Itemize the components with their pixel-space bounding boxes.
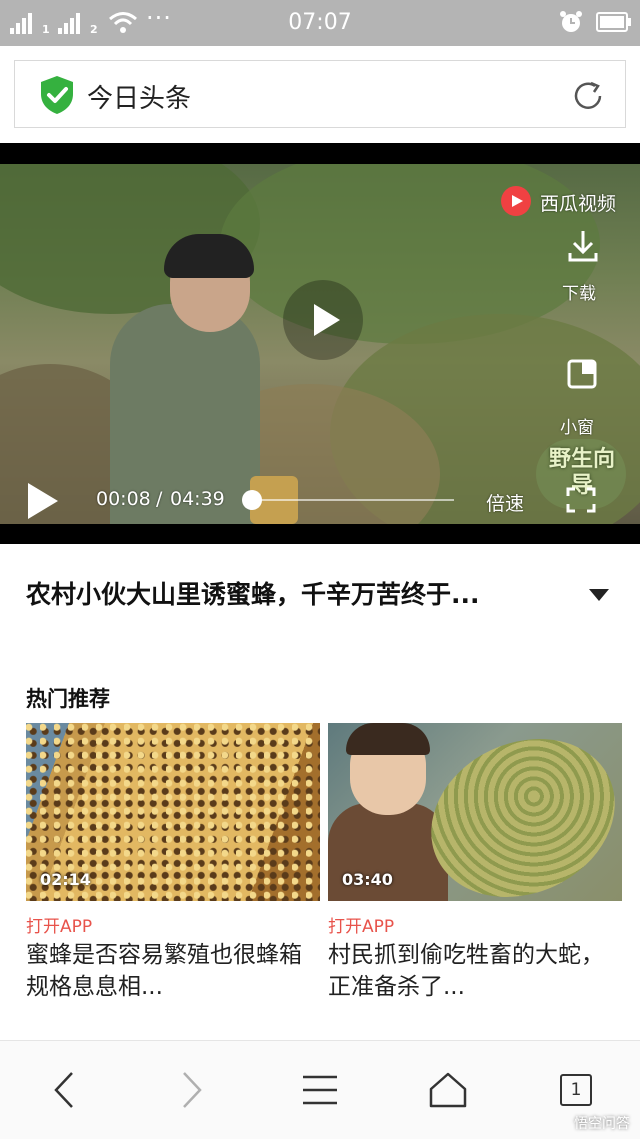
home-icon xyxy=(429,1072,467,1108)
back-icon xyxy=(54,1072,73,1108)
menu-button[interactable] xyxy=(256,1041,384,1139)
brand-label: 西瓜视频 xyxy=(540,193,617,215)
time-total: 04:39 xyxy=(170,488,225,510)
time-separator: / xyxy=(150,488,169,510)
home-button[interactable] xyxy=(384,1041,512,1139)
open-app-link[interactable]: 打开APP xyxy=(328,912,394,937)
battery-icon xyxy=(596,12,631,32)
card-duration: 02:14 xyxy=(40,870,91,889)
video-player[interactable]: 西瓜视频 下载 小窗 野生向导 00:08 / 04:39 倍速 xyxy=(0,143,640,544)
card-thumbnail[interactable]: 03:40 xyxy=(328,723,622,901)
refresh-icon[interactable] xyxy=(571,79,605,113)
shield-check-icon xyxy=(41,76,73,114)
progress-thumb[interactable] xyxy=(242,490,262,510)
chevron-down-icon[interactable] xyxy=(588,588,610,602)
forward-icon xyxy=(183,1072,202,1108)
xigua-logo-icon xyxy=(501,186,531,216)
card-thumbnail[interactable]: 02:14 xyxy=(26,723,320,901)
tabs-icon: 1 xyxy=(560,1074,592,1106)
mini-window-button[interactable]: 小窗 xyxy=(556,359,610,445)
card-duration: 03:40 xyxy=(342,870,393,889)
fullscreen-icon[interactable] xyxy=(566,487,596,513)
mini-window-icon xyxy=(567,359,597,389)
play-overlay-button[interactable] xyxy=(283,280,363,360)
progress-track[interactable] xyxy=(246,499,454,501)
card-title[interactable]: 村民抓到偷吃牲畜的大蛇，正准备杀了... xyxy=(328,939,622,1003)
play-button-icon[interactable] xyxy=(24,481,60,521)
tab-count: 1 xyxy=(570,1080,582,1100)
alarm-icon xyxy=(560,11,582,32)
speed-button[interactable]: 倍速 xyxy=(486,489,524,516)
card-title[interactable]: 蜜蜂是否容易繁殖也很蜂箱规格息息相... xyxy=(26,939,320,1003)
section-title: 热门推荐 xyxy=(26,687,110,711)
bottom-nav: 1 悟空问答 xyxy=(0,1040,640,1139)
watermark-text: 悟空问答 xyxy=(574,1116,630,1132)
download-label: 下载 xyxy=(562,284,596,304)
address-bar[interactable]: 今日头条 xyxy=(14,60,626,128)
status-bar: 1 2 ··· 07:07 xyxy=(0,0,640,46)
download-icon xyxy=(568,231,598,262)
mini-window-label: 小窗 xyxy=(560,418,594,438)
back-button[interactable] xyxy=(0,1041,128,1139)
time-current: 00:08 xyxy=(96,488,151,510)
page-title: 今日头条 xyxy=(87,84,192,114)
menu-icon xyxy=(303,1075,337,1105)
open-app-link[interactable]: 打开APP xyxy=(26,912,92,937)
forward-button[interactable] xyxy=(128,1041,256,1139)
play-icon xyxy=(314,304,340,336)
video-title: 农村小伙大山里诱蜜蜂，千辛万苦终于... xyxy=(26,580,480,609)
clock: 07:07 xyxy=(288,10,352,35)
download-button[interactable]: 下载 xyxy=(556,229,610,315)
